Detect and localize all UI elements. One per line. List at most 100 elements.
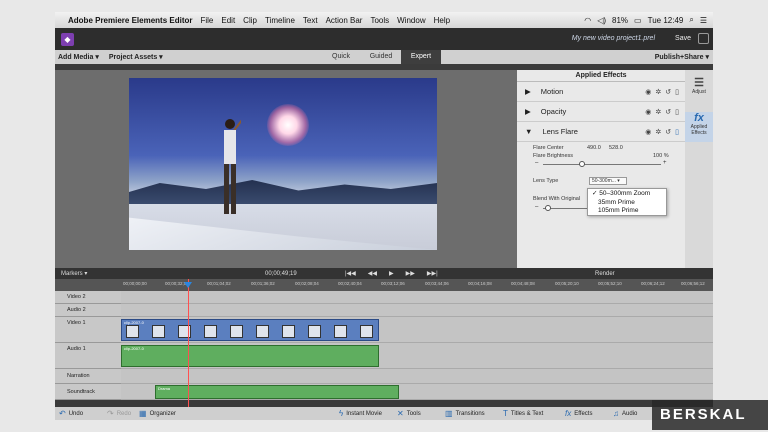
blend-slider-knob[interactable] bbox=[545, 205, 551, 211]
effects-button[interactable]: fx Effects bbox=[565, 409, 592, 418]
expand-arrow-icon[interactable]: ▶ bbox=[525, 107, 531, 116]
track-header-narration[interactable]: Narration bbox=[55, 369, 121, 384]
soundtrack-clip[interactable]: Drama bbox=[155, 385, 399, 399]
fast-forward-icon[interactable]: ▶▶ bbox=[406, 270, 415, 277]
play-icon[interactable]: ▶ bbox=[389, 270, 394, 277]
trash-icon[interactable]: ▯ bbox=[675, 88, 679, 96]
track-soundtrack[interactable]: Drama bbox=[121, 384, 713, 400]
eye-icon[interactable]: ◉ bbox=[645, 88, 651, 96]
reset-icon[interactable]: ↺ bbox=[665, 108, 671, 116]
render-button[interactable]: Render bbox=[595, 271, 615, 277]
publish-share-button[interactable]: Publish+Share ▾ bbox=[655, 53, 709, 61]
applied-effects-tool[interactable]: fx Applied Effects bbox=[685, 112, 713, 142]
flare-center-y[interactable]: 528.0 bbox=[609, 145, 623, 151]
undo-button[interactable]: ↶ Undo bbox=[59, 409, 83, 418]
lens-option-105mm[interactable]: 105mm Prime bbox=[592, 207, 662, 216]
mode-expert[interactable]: Expert bbox=[401, 50, 441, 64]
screen-icon[interactable] bbox=[698, 33, 709, 44]
menu-clip[interactable]: Clip bbox=[243, 16, 257, 25]
track-header-video-2[interactable]: Video 2 bbox=[55, 291, 121, 304]
instant-movie-button[interactable]: ϟ Instant Movie bbox=[339, 409, 382, 418]
panel-title: Applied Effects bbox=[517, 70, 685, 82]
track-audio-2[interactable] bbox=[121, 304, 713, 317]
redo-button[interactable]: ↷ Redo bbox=[107, 409, 131, 418]
track-audio-1[interactable]: clip-2007-0 bbox=[121, 343, 713, 369]
minus-icon[interactable]: – bbox=[535, 204, 538, 210]
audio-clip[interactable]: clip-2007-0 bbox=[121, 345, 379, 367]
track-header-video-1[interactable]: Video 1 bbox=[55, 317, 121, 343]
save-button[interactable]: Save bbox=[675, 35, 691, 42]
ruler-tick: 00;04;16;08 bbox=[468, 281, 492, 286]
playhead-line[interactable] bbox=[188, 279, 189, 407]
track-video-1[interactable]: clip-2007-0 bbox=[121, 317, 713, 343]
wifi-icon[interactable]: ◠ bbox=[584, 16, 591, 25]
menu-file[interactable]: File bbox=[200, 16, 213, 25]
ruler-tick: 00;05;52;10 bbox=[598, 281, 622, 286]
flare-center-x[interactable]: 490.0 bbox=[587, 145, 601, 151]
lens-option-50-300mm[interactable]: ✓ 50–300mm Zoom bbox=[592, 190, 662, 199]
plus-icon[interactable]: + bbox=[663, 160, 667, 166]
video-preview[interactable] bbox=[129, 78, 437, 250]
app-name[interactable]: Adobe Premiere Elements Editor bbox=[68, 16, 192, 25]
minus-icon[interactable]: – bbox=[535, 160, 538, 166]
trash-icon[interactable]: ▯ bbox=[675, 108, 679, 116]
mode-guided[interactable]: Guided bbox=[361, 50, 401, 64]
brightness-slider-knob[interactable] bbox=[579, 161, 585, 167]
menu-edit[interactable]: Edit bbox=[221, 16, 235, 25]
brightness-slider-track[interactable] bbox=[543, 164, 661, 165]
settings-icon[interactable]: ✲ bbox=[655, 108, 661, 116]
markers-button[interactable]: Markers ▾ bbox=[61, 270, 87, 277]
menu-text[interactable]: Text bbox=[303, 16, 318, 25]
time-ruler[interactable]: 00;00;00;00 00;00;32;00 00;01;04;02 00;0… bbox=[55, 279, 713, 291]
settings-icon[interactable]: ✲ bbox=[655, 128, 661, 136]
menu-tools[interactable]: Tools bbox=[370, 16, 389, 25]
reset-icon[interactable]: ↺ bbox=[665, 88, 671, 96]
project-assets-button[interactable]: Project Assets ▾ bbox=[109, 53, 163, 61]
add-media-button[interactable]: Add Media ▾ bbox=[58, 53, 99, 61]
lens-type-dropdown[interactable]: 50-300m... ▾ bbox=[589, 177, 627, 185]
list-icon[interactable]: ☰ bbox=[700, 16, 707, 25]
menu-timeline[interactable]: Timeline bbox=[265, 16, 295, 25]
battery-icon[interactable]: ▭ bbox=[634, 16, 642, 25]
expand-arrow-icon[interactable]: ▶ bbox=[525, 87, 531, 96]
clip-thumbnail bbox=[230, 325, 243, 338]
trash-icon[interactable]: ▯ bbox=[675, 128, 679, 136]
flare-brightness-value[interactable]: 100 % bbox=[653, 153, 669, 159]
eye-icon[interactable]: ◉ bbox=[645, 108, 651, 116]
fx-icon: fx bbox=[565, 409, 572, 418]
volume-icon[interactable]: ◁) bbox=[597, 16, 606, 25]
transitions-button[interactable]: ▥ Transitions bbox=[445, 409, 485, 418]
lens-option-35mm[interactable]: 35mm Prime bbox=[592, 199, 662, 208]
go-to-end-icon[interactable]: ▶▶| bbox=[427, 270, 438, 277]
menu-window[interactable]: Window bbox=[397, 16, 425, 25]
menu-action-bar[interactable]: Action Bar bbox=[326, 16, 363, 25]
effect-row-lens-flare[interactable]: ▼ Lens Flare ◉ ✲ ↺ ▯ bbox=[517, 122, 685, 142]
tools-button[interactable]: ✕ Tools bbox=[397, 409, 421, 418]
reset-icon[interactable]: ↺ bbox=[665, 128, 671, 136]
clock[interactable]: Tue 12:49 bbox=[648, 16, 684, 25]
eye-icon[interactable]: ◉ bbox=[645, 128, 651, 136]
menu-help[interactable]: Help bbox=[434, 16, 450, 25]
titles-text-button[interactable]: T Titles & Text bbox=[503, 409, 543, 418]
audio-button[interactable]: ♫ Audio bbox=[613, 409, 637, 418]
track-narration[interactable] bbox=[121, 369, 713, 384]
effect-row-motion[interactable]: ▶ Motion ◉ ✲ ↺ ▯ bbox=[517, 82, 685, 102]
transitions-icon: ▥ bbox=[445, 409, 453, 418]
collapse-arrow-icon[interactable]: ▼ bbox=[525, 127, 532, 136]
track-video-2[interactable] bbox=[121, 291, 713, 304]
settings-icon[interactable]: ✲ bbox=[655, 88, 661, 96]
adjust-tool[interactable]: ☰ Adjust bbox=[685, 76, 713, 106]
track-header-audio-2[interactable]: Audio 2 bbox=[55, 304, 121, 317]
rewind-icon[interactable]: ◀◀ bbox=[368, 270, 377, 277]
track-header-audio-1[interactable]: Audio 1 bbox=[55, 343, 121, 369]
track-header-soundtrack[interactable]: Soundtrack bbox=[55, 384, 121, 400]
go-to-start-icon[interactable]: |◀◀ bbox=[345, 270, 356, 277]
right-toolbar: ☰ Adjust fx Applied Effects bbox=[685, 70, 713, 268]
organizer-button[interactable]: ▦ Organizer bbox=[139, 409, 176, 418]
search-icon[interactable]: ⌕ bbox=[689, 15, 693, 25]
timecode[interactable]: 00;00;49;19 bbox=[265, 271, 297, 277]
mode-quick[interactable]: Quick bbox=[321, 50, 361, 64]
battery-percent[interactable]: 81% bbox=[612, 16, 628, 25]
effect-row-opacity[interactable]: ▶ Opacity ◉ ✲ ↺ ▯ bbox=[517, 102, 685, 122]
video-clip[interactable]: clip-2007-0 bbox=[121, 319, 379, 341]
